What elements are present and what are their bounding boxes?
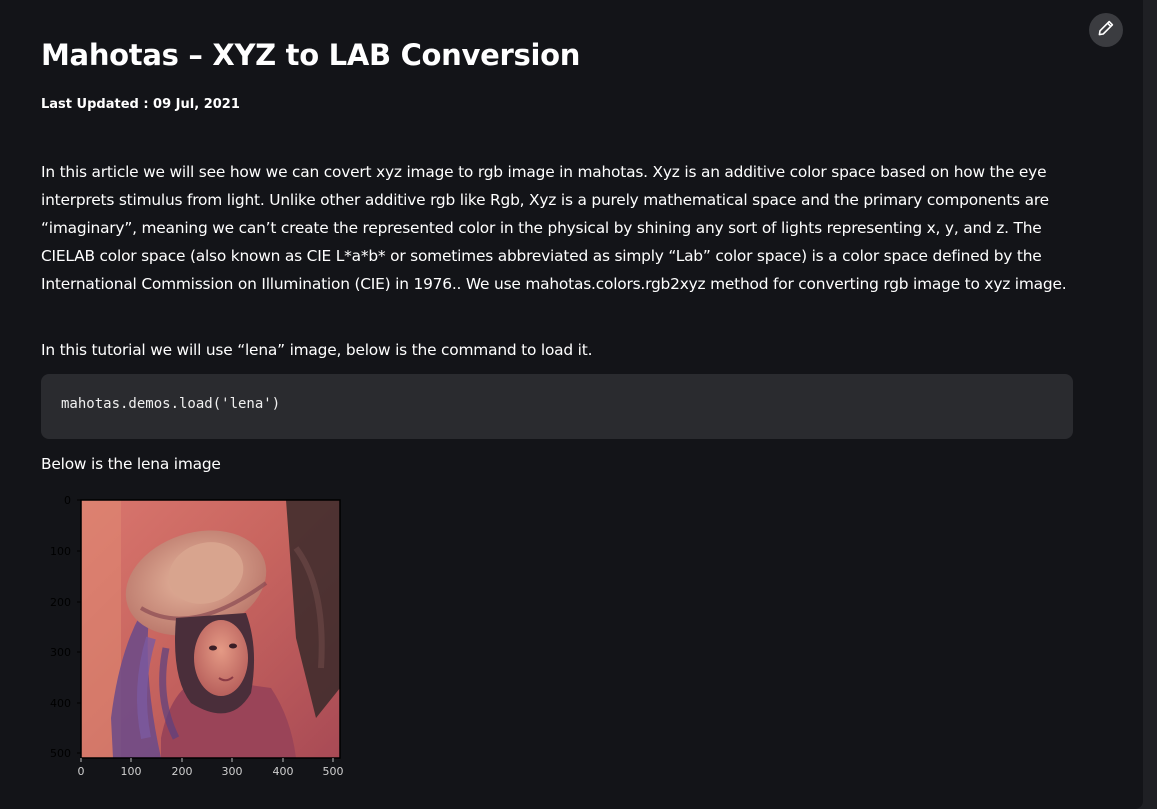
x-tick-label: 200 [172, 765, 193, 778]
code-snippet: mahotas.demos.load('lena') [61, 396, 281, 412]
x-tick-label: 100 [121, 765, 142, 778]
y-tick-label: 200 [50, 596, 71, 609]
last-updated: Last Updated : 09 Jul, 2021 [41, 97, 240, 112]
y-tick-label: 500 [50, 747, 71, 760]
lena-image [81, 500, 340, 758]
page-title: Mahotas – XYZ to LAB Conversion [41, 38, 581, 72]
y-axis: 0 100 200 300 400 500 [50, 494, 81, 760]
code-block: mahotas.demos.load('lena') [41, 374, 1073, 439]
image-caption: Below is the lena image [41, 455, 221, 473]
intro-paragraph: In this article we will see how we can c… [41, 163, 1067, 293]
y-tick-label: 100 [50, 545, 71, 558]
pencil-icon [1097, 19, 1115, 41]
lena-figure: 0 100 200 300 400 500 0 100 200 300 400 … [41, 488, 346, 783]
lena-plot: 0 100 200 300 400 500 0 100 200 300 400 … [50, 494, 344, 778]
article-page: Mahotas – XYZ to LAB Conversion Last Upd… [0, 0, 1143, 809]
x-tick-label: 300 [222, 765, 243, 778]
x-tick-label: 500 [323, 765, 344, 778]
tutorial-paragraph: In this tutorial we will use “lena” imag… [41, 341, 593, 359]
edit-button[interactable] [1089, 13, 1123, 47]
y-tick-label: 0 [64, 494, 71, 507]
scrollbar-track[interactable] [1143, 0, 1157, 809]
x-tick-label: 0 [78, 765, 85, 778]
x-axis: 0 100 200 300 400 500 [78, 758, 344, 778]
y-tick-label: 400 [50, 697, 71, 710]
y-tick-label: 300 [50, 646, 71, 659]
x-tick-label: 400 [273, 765, 294, 778]
